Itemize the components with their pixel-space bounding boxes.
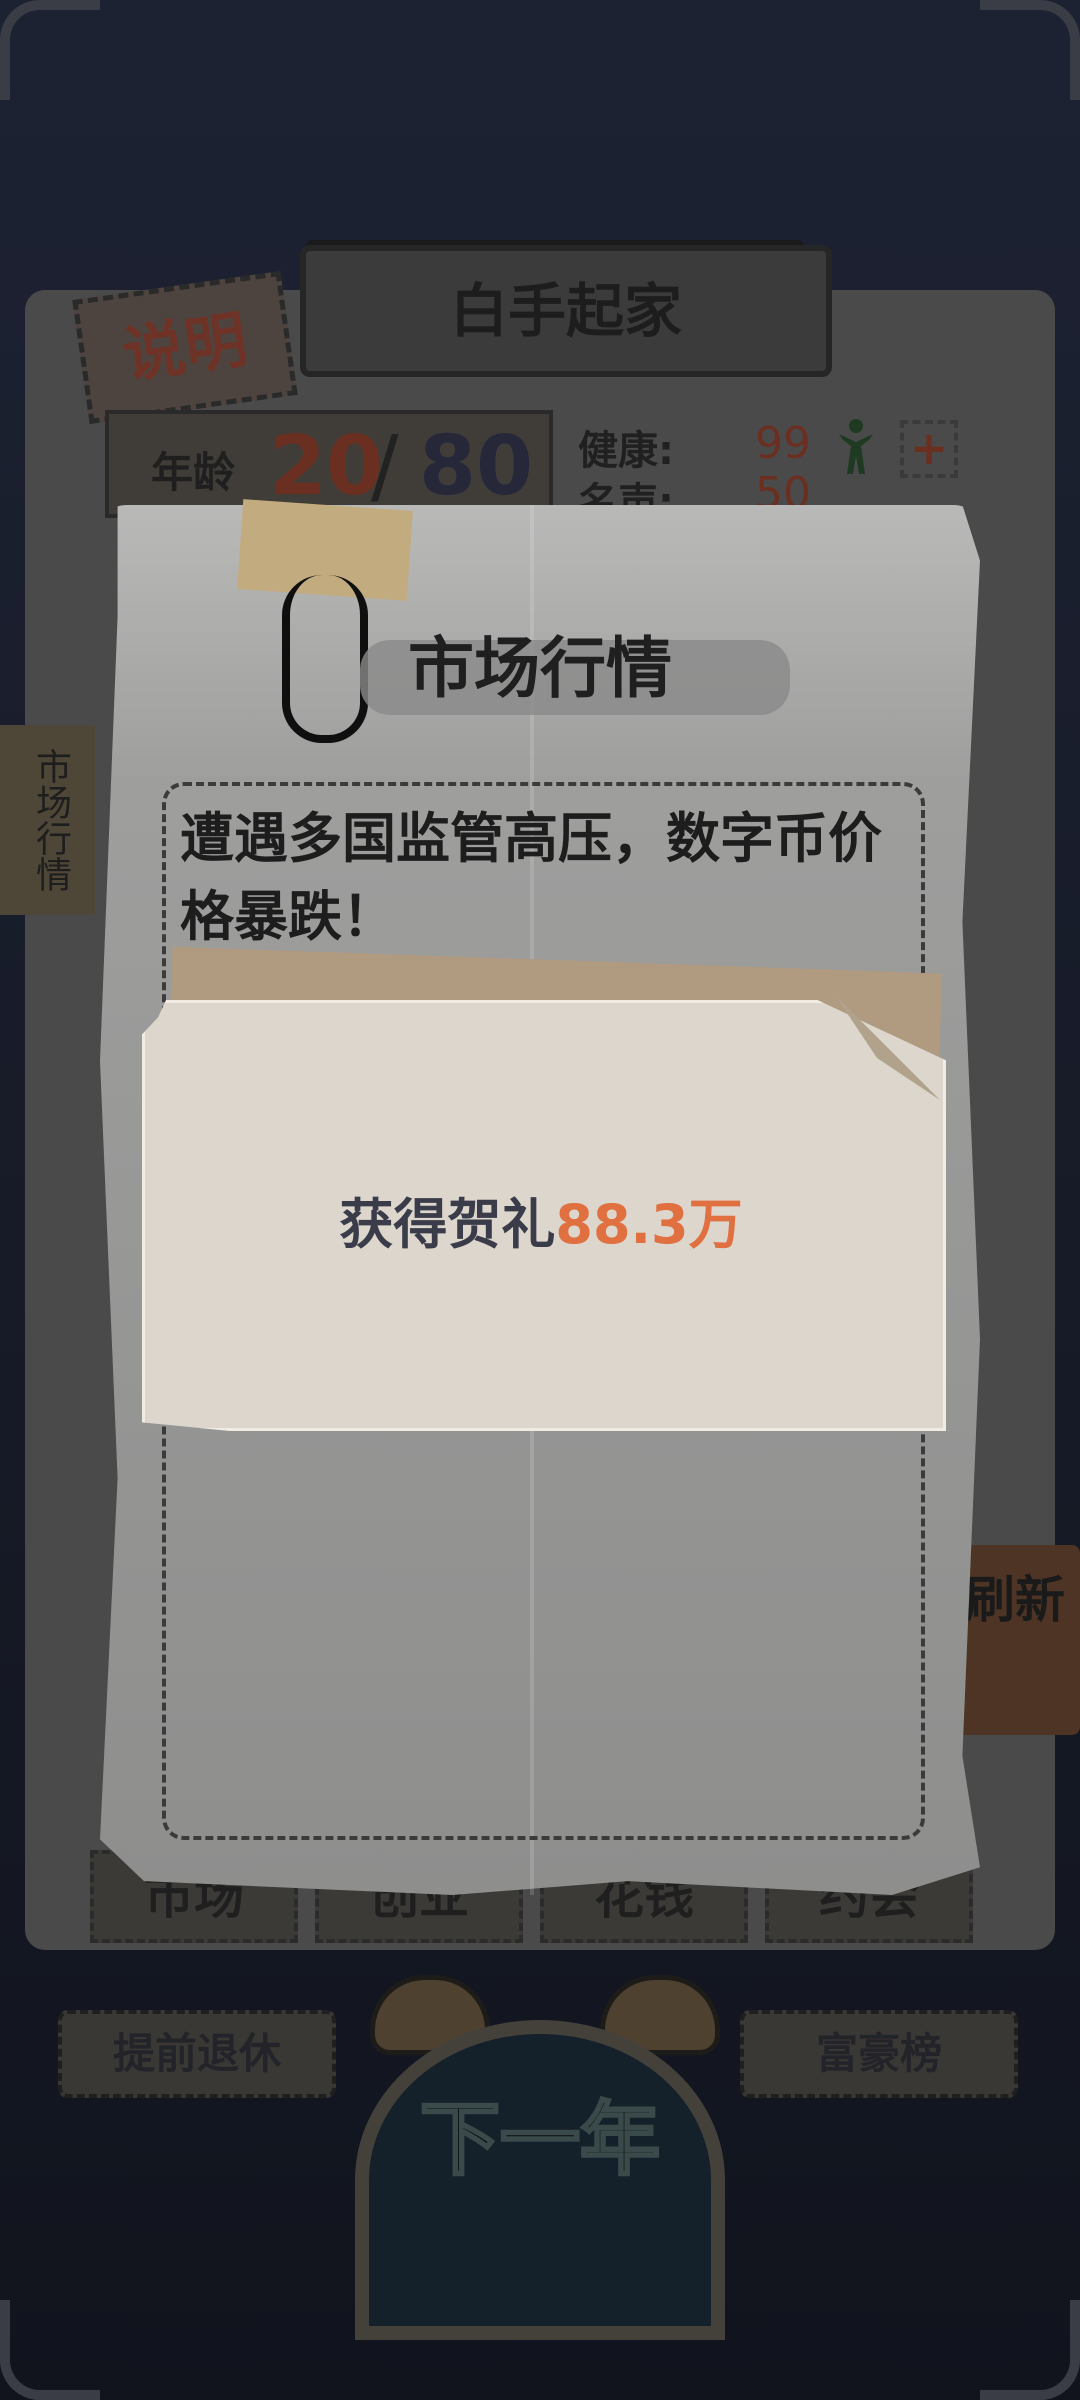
retire-early-button[interactable]: 提前退休	[58, 2010, 336, 2098]
health-plus-button[interactable]: +	[900, 420, 958, 478]
modal-title: 市场行情	[408, 630, 672, 707]
event-text: 遭遇多国监管高压，数字币价格暴跌！	[180, 807, 882, 948]
age-max: 80	[419, 419, 534, 514]
frame-corner	[0, 2300, 100, 2400]
next-year-button[interactable]: 下一年	[355, 1975, 725, 2340]
health-label: 健康:	[578, 428, 674, 474]
reward-amount: 88.3万	[555, 1193, 743, 1256]
frame-corner	[980, 0, 1080, 100]
age-separator: /	[371, 419, 399, 514]
side-tab-market[interactable]: 市场行情	[0, 725, 95, 915]
rich-list-button[interactable]: 富豪榜	[740, 2010, 1018, 2098]
age-label: 年龄	[151, 448, 236, 497]
game-title: 白手起家	[300, 245, 832, 377]
age-panel: 年龄 20 / 80	[105, 410, 553, 518]
age-value: 20	[269, 419, 384, 514]
frame-corner	[980, 2300, 1080, 2400]
reward-text: 获得贺礼88.3万	[142, 1180, 940, 1259]
reward-label: 获得贺礼	[339, 1193, 556, 1256]
health-value: 99	[755, 418, 811, 469]
next-year-label: 下一年	[419, 2092, 662, 2188]
health-person-icon	[839, 419, 873, 474]
frame-corner	[0, 0, 100, 100]
